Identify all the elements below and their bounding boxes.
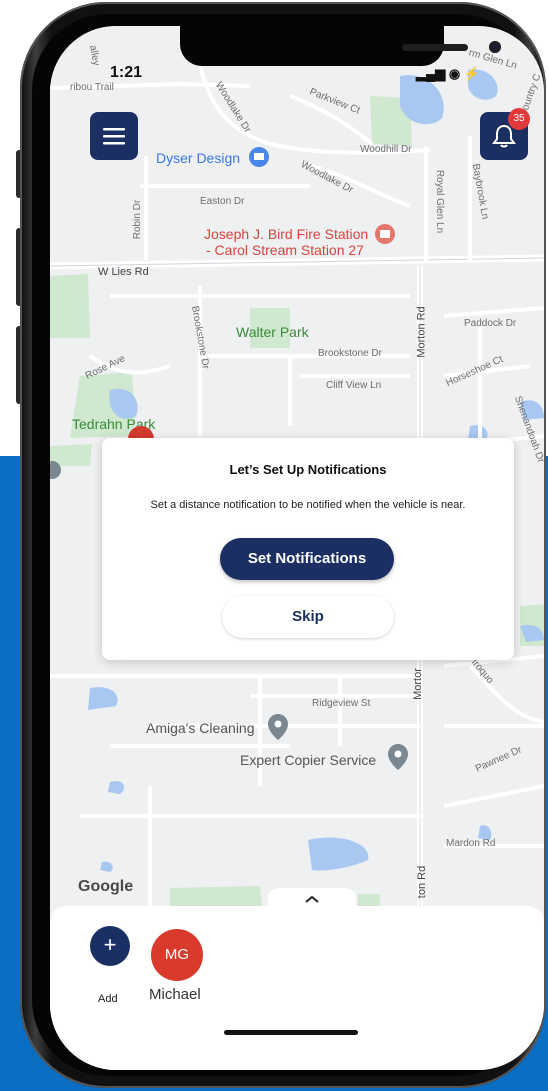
poi-dyser-design[interactable]: Dyser Design [156, 150, 240, 166]
google-attribution: Google [78, 878, 134, 895]
map-label-easton-dr: Easton Dr [200, 196, 245, 207]
front-camera [489, 41, 501, 53]
map-label-mardon-rd: Mardon Rd [446, 838, 496, 849]
poi-amigas-cleaning[interactable]: Amiga's Cleaning [146, 720, 255, 736]
poi-fire-station-subname[interactable]: - Carol Stream Station 27 [206, 242, 364, 258]
map-label-mortor: Mortor [411, 668, 424, 700]
menu-button[interactable] [90, 112, 138, 160]
earpiece-speaker [402, 44, 468, 51]
skip-button[interactable]: Skip [222, 596, 394, 638]
map-label-ton-rd: ton Rd [416, 865, 429, 899]
google-logo: Google [78, 878, 133, 896]
poi-fire-station-name[interactable]: Joseph J. Bird Fire Station [204, 226, 368, 242]
notifications-button[interactable]: 35 [480, 108, 530, 160]
bottom-sheet [50, 906, 544, 1070]
map-label-royal-glen-ln: Royal Glen Ln [434, 169, 446, 234]
notification-count-badge: 35 [508, 108, 530, 130]
status-time: 1:21 [110, 64, 143, 81]
page: ribou Trail alley Parkview Ct Woodhill D… [0, 0, 548, 1091]
status-icons: ▂▄▆ ◉ ⚡ [416, 66, 480, 82]
set-notifications-button[interactable]: Set Notifications [220, 538, 394, 580]
dialog-message: Set a distance notification to be notifi… [150, 499, 466, 511]
map-label-morton-rd-1: Morton Rd [415, 306, 428, 358]
dialog-title: Let’s Set Up Notifications [229, 462, 387, 477]
phone-frame: ribou Trail alley Parkview Ct Woodhill D… [20, 2, 546, 1088]
map-label-w-lies-rd: W Lies Rd [98, 266, 149, 278]
avatar-name: Michael [149, 986, 201, 1003]
phone-notch [180, 26, 501, 66]
notification-setup-dialog: Let’s Set Up Notifications Set a distanc… [102, 438, 514, 660]
app-screen: ribou Trail alley Parkview Ct Woodhill D… [50, 26, 544, 1070]
map-label-cliff-view-ln: Cliff View Ln [326, 380, 382, 391]
add-button[interactable]: + [90, 926, 130, 966]
map-label-ridgeview-st: Ridgeview St [312, 698, 371, 709]
map-label-robin-dr: Robin Dr [132, 199, 144, 240]
add-label: Add [98, 993, 118, 1005]
map-label-brookstone-dr-2: Brookstone Dr [318, 348, 382, 359]
map-label-paddock-dr: Paddock Dr [464, 318, 517, 329]
status-indicators: ▂▄▆ ◉ ⚡ [416, 66, 480, 81]
hamburger-menu-icon [103, 128, 125, 145]
poi-walter-park[interactable]: Walter Park [236, 324, 309, 340]
avatar[interactable]: MG [151, 929, 203, 981]
map-label-caribou-trail: ribou Trail [70, 82, 114, 93]
map-label-woodhill-dr: Woodhill Dr [360, 144, 412, 155]
poi-expert-copier-service[interactable]: Expert Copier Service [240, 752, 376, 768]
home-indicator[interactable] [224, 1030, 358, 1035]
